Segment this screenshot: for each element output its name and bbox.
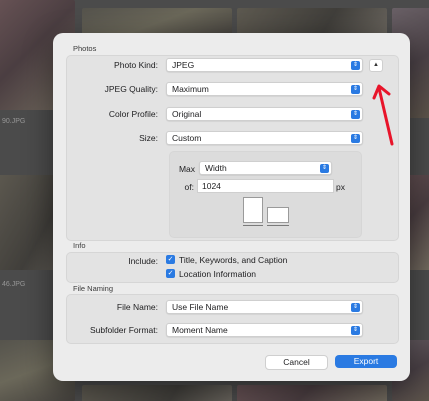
size-value: Custom [172, 133, 202, 143]
include-title-keywords-checkbox[interactable]: ✓ Title, Keywords, and Caption [166, 255, 346, 266]
section-title-file-naming: File Naming [73, 284, 114, 293]
max-label: Max [178, 164, 195, 174]
photo-kind-label: Photo Kind: [114, 60, 158, 70]
checkmark-icon: ✓ [166, 255, 175, 264]
chevron-updown-icon: ⇕ [320, 163, 329, 173]
landscape-baseline [267, 225, 289, 226]
color-profile-label: Color Profile: [108, 109, 158, 119]
file-name-label: File Name: [116, 302, 158, 312]
cancel-button[interactable]: Cancel [265, 355, 328, 370]
include-location-checkbox[interactable]: ✓ Location Information [166, 269, 346, 280]
chevron-updown-icon: ⇕ [351, 302, 360, 312]
size-popup[interactable]: Custom ⇕ [166, 131, 363, 145]
red-arrow-icon [372, 84, 394, 146]
color-profile-popup[interactable]: Original ⇕ [166, 107, 363, 121]
max-dimension-value: Width [205, 163, 227, 173]
chevron-updown-icon: ⇕ [351, 133, 360, 143]
size-label: Size: [139, 133, 158, 143]
of-label: of: [184, 182, 194, 192]
subfolder-format-label: Subfolder Format: [89, 325, 158, 335]
include-location-label: Location Information [179, 269, 257, 279]
chevron-updown-icon: ⇕ [351, 60, 360, 70]
max-dimension-popup[interactable]: Width ⇕ [199, 161, 332, 175]
photo-kind-popup[interactable]: JPEG ⇕ [166, 58, 363, 72]
jpeg-quality-value: Maximum [172, 84, 209, 94]
export-dialog: Photos Photo Kind: JPEG ⇕ ▲ JPEG Quality… [53, 33, 410, 381]
file-name-popup[interactable]: Use File Name ⇕ [166, 300, 363, 314]
px-unit-label: px [336, 182, 345, 192]
portrait-preview-icon [243, 197, 263, 223]
include-title-keywords-label: Title, Keywords, and Caption [179, 255, 288, 265]
subfolder-format-popup[interactable]: Moment Name ⇕ [166, 323, 363, 337]
chevron-up-icon: ▲ [373, 62, 379, 68]
chevron-updown-icon: ⇕ [351, 325, 360, 335]
portrait-baseline [243, 225, 263, 226]
export-button[interactable]: Export [335, 355, 397, 368]
max-size-value: 1024 [202, 181, 221, 191]
collapse-details-button[interactable]: ▲ [369, 59, 383, 72]
jpeg-quality-label: JPEG Quality: [104, 84, 158, 94]
file-name-value: Use File Name [172, 302, 229, 312]
subfolder-format-value: Moment Name [172, 325, 228, 335]
chevron-updown-icon: ⇕ [351, 109, 360, 119]
checkmark-icon: ✓ [166, 269, 175, 278]
color-profile-value: Original [172, 109, 202, 119]
section-title-info: Info [73, 241, 86, 250]
photo-kind-value: JPEG [172, 60, 195, 70]
chevron-updown-icon: ⇕ [351, 84, 360, 94]
landscape-preview-icon [267, 207, 289, 223]
jpeg-quality-popup[interactable]: Maximum ⇕ [166, 82, 363, 96]
max-size-input[interactable]: 1024 [197, 179, 334, 193]
section-title-photos: Photos [73, 44, 97, 53]
include-label: Include: [128, 256, 158, 266]
